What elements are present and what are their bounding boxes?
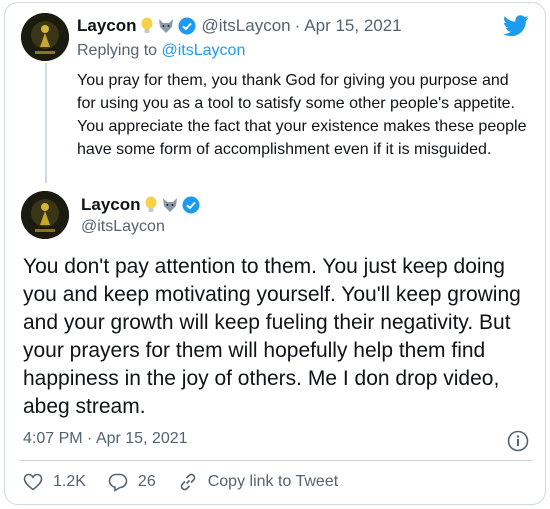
main-tweet-text: You don't pay attention to them. You jus… — [23, 255, 521, 418]
author-name[interactable]: Laycon — [81, 195, 141, 215]
separator-dot: · — [87, 430, 93, 447]
avatar-image — [21, 13, 69, 61]
avatar-image — [21, 191, 69, 239]
author-name[interactable]: Laycon — [77, 16, 137, 36]
wolf-emoji — [161, 196, 179, 214]
replying-to-mention[interactable]: @itsLaycon — [162, 42, 246, 59]
light-bulb-emoji — [144, 196, 158, 214]
avatar[interactable] — [21, 13, 69, 61]
replying-to-line: Replying to @itsLaycon — [77, 42, 245, 60]
tweet-date[interactable]: Apr 15, 2021 — [304, 16, 401, 36]
main-tweet-header: Laycon — [81, 195, 200, 215]
link-icon — [180, 473, 196, 491]
tweet-time: 4:07 PM — [23, 430, 83, 447]
tweet-embed-card: Laycon @itsLaycon · Apr 15, 2021 Replyin… — [4, 2, 546, 505]
verified-badge-icon — [178, 17, 196, 35]
tweet-actions: 1.2K 26 Copy link to Tweet — [23, 472, 360, 492]
tweet-timestamp[interactable]: 4:07 PM · Apr 15, 2021 — [23, 430, 188, 448]
reply-bubble-icon — [108, 473, 128, 492]
reply-count: 26 — [137, 473, 156, 490]
tweet-date: Apr 15, 2021 — [95, 430, 188, 447]
divider — [19, 460, 533, 461]
separator-dot: · — [294, 16, 301, 35]
twitter-bird-icon[interactable] — [503, 15, 529, 37]
light-bulb-emoji — [140, 17, 154, 35]
replying-label: Replying to — [77, 42, 158, 59]
reply-tweet-text: You pray for them, you thank God for giv… — [77, 72, 527, 158]
verified-badge-icon — [182, 196, 200, 214]
reply-button[interactable]: 26 — [108, 473, 156, 492]
like-count: 1.2K — [53, 473, 86, 490]
reply-tweet-header: Laycon @itsLaycon · Apr 15, 2021 — [77, 16, 402, 36]
like-button[interactable]: 1.2K — [23, 473, 86, 491]
heart-icon — [23, 473, 43, 491]
thread-connector-line — [45, 63, 47, 183]
info-icon[interactable] — [507, 430, 529, 452]
copy-link-label: Copy link to Tweet — [207, 473, 339, 490]
author-handle[interactable]: @itsLaycon — [202, 16, 291, 36]
avatar[interactable] — [21, 191, 69, 239]
wolf-emoji — [157, 17, 175, 35]
copy-link-button[interactable]: Copy link to Tweet — [178, 472, 338, 492]
author-handle[interactable]: @itsLaycon — [81, 218, 165, 236]
